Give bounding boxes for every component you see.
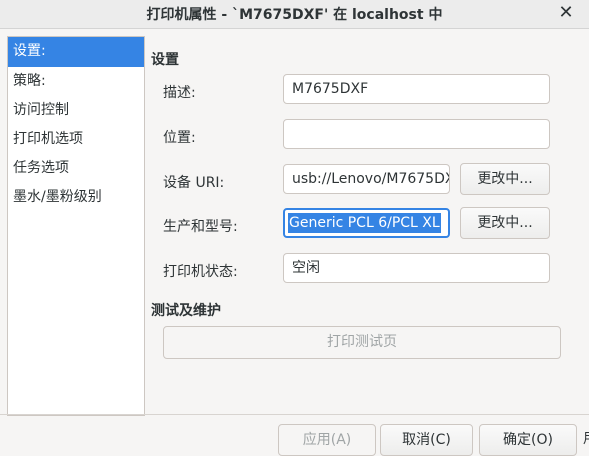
- cancel-button[interactable]: 取消(C): [380, 424, 473, 456]
- location-label: 位置:: [163, 130, 196, 146]
- make-model-label: 生产和型号:: [163, 219, 238, 235]
- sidebar-item-ink-toner-levels[interactable]: 墨水/墨粉级别: [8, 183, 144, 212]
- make-model-field[interactable]: Generic PCL 6/PCL XL: [283, 208, 450, 238]
- settings-panel: 设置 描述: M7675DXF 位置: 设备 URI: usb://Lenovo…: [150, 36, 580, 414]
- sidebar-item-printer-options[interactable]: 打印机选项: [8, 125, 144, 154]
- ok-button[interactable]: 确定(O): [479, 424, 577, 456]
- description-field[interactable]: M7675DXF: [283, 74, 550, 104]
- description-label: 描述:: [163, 85, 196, 101]
- apply-button[interactable]: 应用(A): [278, 424, 376, 456]
- device-uri-field[interactable]: usb://Lenovo/M7675DXF: [283, 164, 450, 194]
- sidebar-item-settings[interactable]: 设置:: [8, 37, 144, 67]
- sidebar-item-access-control[interactable]: 访问控制: [8, 96, 144, 125]
- sidebar-item-job-options[interactable]: 任务选项: [8, 154, 144, 183]
- printer-state-label: 打印机状态:: [163, 264, 238, 280]
- clipped-button-label: 用: [583, 428, 589, 448]
- device-uri-label: 设备 URI:: [163, 175, 225, 191]
- sidebar-item-policies[interactable]: 策略:: [8, 67, 144, 96]
- change-device-uri-button[interactable]: 更改中...: [460, 163, 550, 195]
- sidebar: 设置: 策略: 访问控制 打印机选项 任务选项 墨水/墨粉级别: [7, 36, 145, 416]
- window-title: 打印机属性 - `M7675DXF' 在 localhost 中: [146, 7, 443, 23]
- settings-section-title: 设置: [151, 52, 179, 68]
- close-icon[interactable]: ✕: [555, 2, 577, 24]
- maintenance-section-title: 测试及维护: [151, 303, 221, 319]
- location-field[interactable]: [283, 119, 550, 149]
- dialog-button-bar: 应用(A) 取消(C) 确定(O) 用: [0, 414, 589, 456]
- make-model-selected-text: Generic PCL 6/PCL XL: [288, 213, 441, 233]
- title-bar: 打印机属性 - `M7675DXF' 在 localhost 中 ✕: [0, 0, 589, 29]
- print-test-page-button[interactable]: 打印测试页: [163, 326, 561, 359]
- printer-state-field: 空闲: [283, 253, 550, 283]
- change-make-model-button[interactable]: 更改中...: [460, 207, 550, 239]
